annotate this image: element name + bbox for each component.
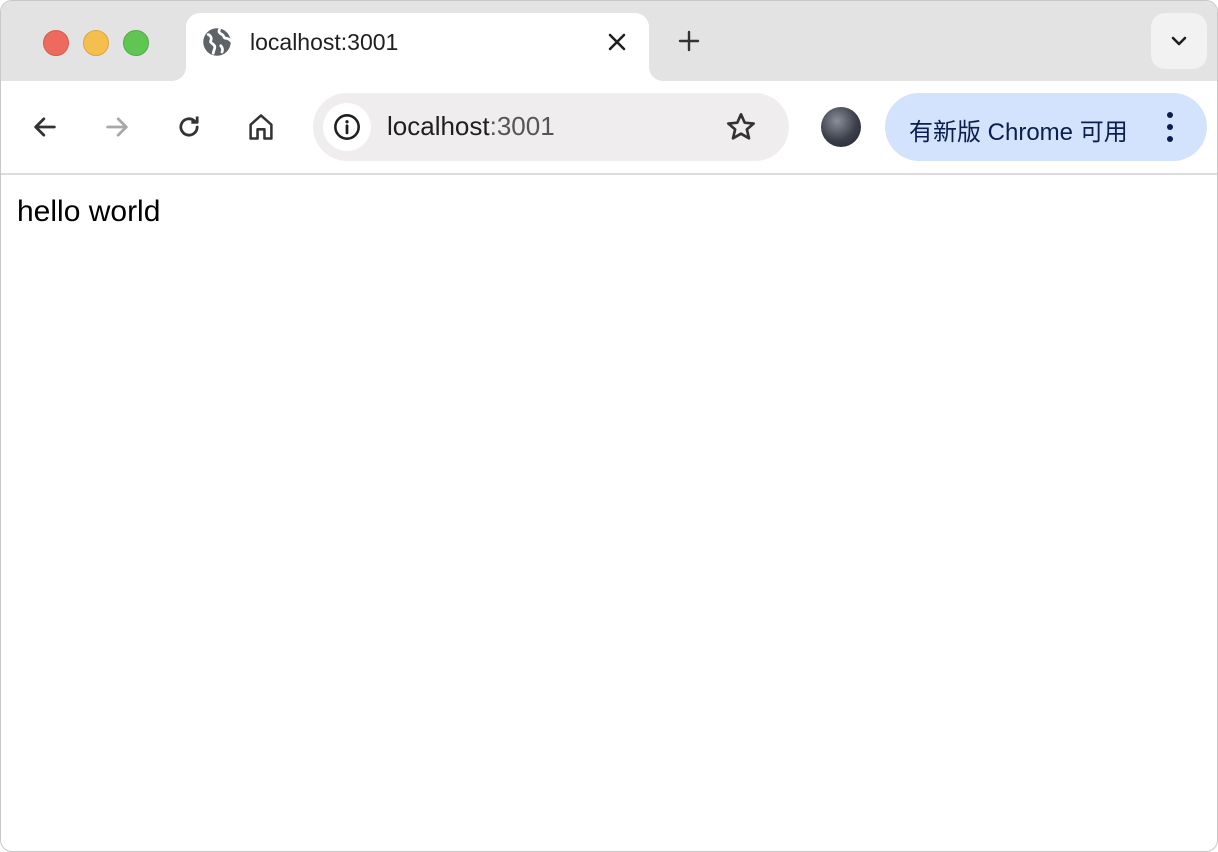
toolbar: localhost:3001 有新版 Chrome 可用 bbox=[1, 81, 1217, 175]
address-bar[interactable]: localhost:3001 bbox=[313, 93, 789, 161]
site-info-button[interactable] bbox=[323, 103, 371, 151]
chevron-down-icon bbox=[1171, 36, 1187, 46]
reload-icon[interactable] bbox=[175, 113, 203, 141]
tab-strip: localhost:3001 bbox=[1, 1, 1217, 81]
update-label: 有新版 Chrome 可用 bbox=[909, 119, 1128, 146]
tab-search-button[interactable] bbox=[1151, 13, 1207, 69]
info-icon bbox=[334, 114, 360, 140]
address-port: :3001 bbox=[489, 111, 555, 141]
minimize-window-button[interactable] bbox=[83, 30, 109, 56]
back-icon[interactable] bbox=[31, 113, 59, 141]
bookmark-star-icon[interactable] bbox=[725, 111, 757, 143]
new-tab-icon[interactable] bbox=[677, 29, 701, 53]
address-host: localhost bbox=[387, 111, 490, 141]
close-window-button[interactable] bbox=[43, 30, 69, 56]
browser-window: localhost:3001 localhost:3001 有新版 Chrome… bbox=[0, 0, 1218, 852]
profile-avatar[interactable] bbox=[821, 107, 861, 147]
update-chrome-button[interactable]: 有新版 Chrome 可用 bbox=[885, 93, 1207, 161]
globe-icon bbox=[203, 28, 232, 56]
page-text: hello world bbox=[17, 195, 161, 228]
more-menu-icon[interactable] bbox=[1165, 111, 1175, 143]
forward-icon[interactable] bbox=[103, 113, 131, 141]
close-tab-icon[interactable] bbox=[606, 31, 628, 53]
zoom-window-button[interactable] bbox=[123, 30, 149, 56]
address-text[interactable]: localhost:3001 bbox=[387, 111, 555, 142]
tab-localhost[interactable]: localhost:3001 bbox=[186, 13, 649, 81]
home-icon[interactable] bbox=[247, 112, 275, 142]
tab-title: localhost:3001 bbox=[250, 29, 399, 55]
